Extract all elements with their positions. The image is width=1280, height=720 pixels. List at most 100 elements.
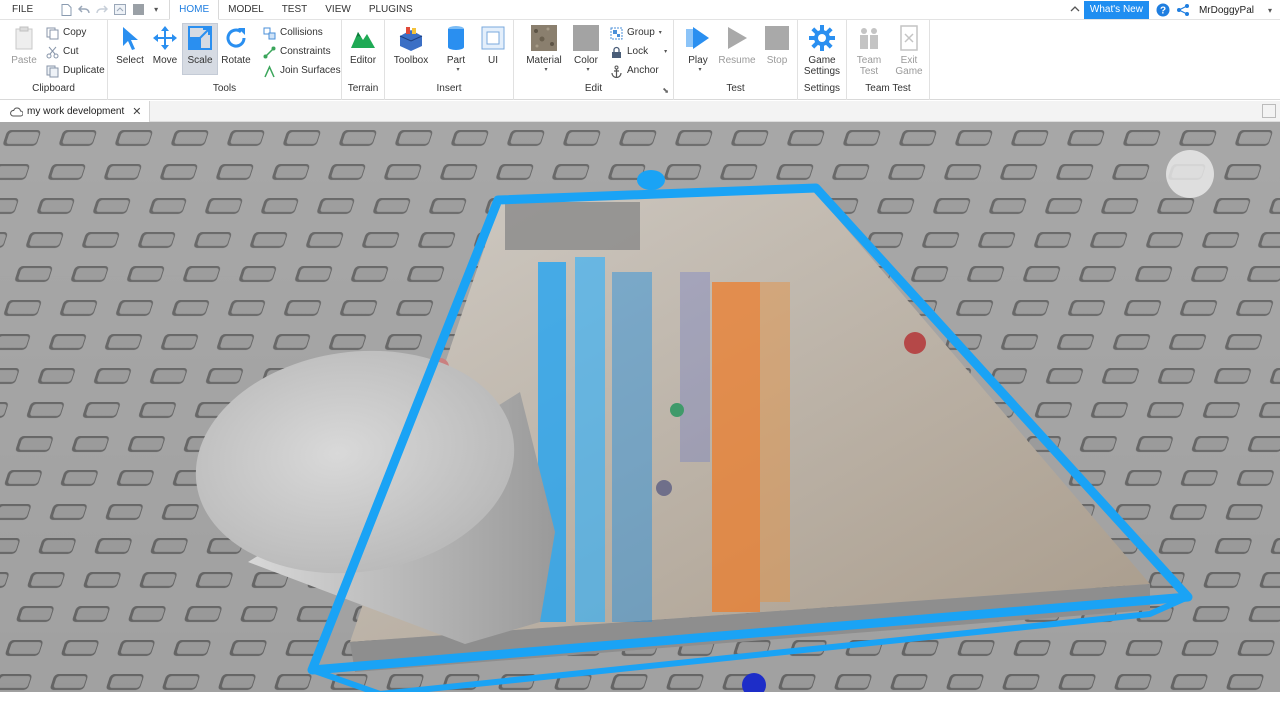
cut-label: Cut xyxy=(63,46,79,57)
account-dropdown-icon[interactable]: ▾ xyxy=(1262,2,1278,18)
stop-square-icon[interactable] xyxy=(131,3,145,17)
resume-button[interactable]: Resume xyxy=(717,24,757,66)
restore-window-icon[interactable] xyxy=(1262,104,1276,118)
constraints-icon xyxy=(263,46,276,58)
clipboard-group-label: Clipboard xyxy=(32,83,75,94)
edit-group-label: Edit xyxy=(584,83,603,94)
paste-icon xyxy=(15,26,33,50)
color-button[interactable]: Color ▾ xyxy=(567,24,605,73)
lock-button[interactable]: Lock ▾ xyxy=(610,44,667,60)
constraints-toggle[interactable]: Constraints xyxy=(263,44,331,60)
collisions-toggle[interactable]: Collisions xyxy=(263,25,323,41)
collisions-icon xyxy=(263,27,276,39)
exit-game-button[interactable]: Exit Game xyxy=(890,24,928,77)
cloud-icon xyxy=(10,107,23,116)
tab-home[interactable]: HOME xyxy=(169,0,220,20)
play-icon xyxy=(686,27,709,49)
undo-icon[interactable] xyxy=(77,3,91,17)
file-menu[interactable]: FILE xyxy=(0,0,45,20)
whats-new-button[interactable]: What's New xyxy=(1083,1,1149,19)
material-label: Material xyxy=(526,55,562,66)
part-label: Part xyxy=(446,55,466,66)
user-name[interactable]: MrDoggyPal xyxy=(1193,5,1260,16)
team-test-group: Team Test Exit Game Team Test xyxy=(847,20,930,100)
move-arrows-icon xyxy=(153,26,177,50)
redo-icon[interactable] xyxy=(95,3,109,17)
scale-button[interactable]: Scale xyxy=(182,23,218,75)
anchor-icon xyxy=(611,65,622,78)
settings-group-label: Settings xyxy=(803,83,841,94)
tab-test[interactable]: TEST xyxy=(273,0,317,20)
material-dropdown-icon[interactable]: ▾ xyxy=(528,66,564,73)
terrain-group-label: Terrain xyxy=(347,83,379,94)
game-settings-button[interactable]: Game Settings xyxy=(803,24,841,77)
customize-dropdown-icon[interactable]: ▾ xyxy=(149,3,163,17)
3d-viewport[interactable] xyxy=(0,122,1280,692)
settings-group: Game Settings Settings xyxy=(798,20,847,100)
rotate-label: Rotate xyxy=(221,55,251,66)
gear-icon xyxy=(809,25,835,51)
play-label: Play xyxy=(688,55,708,66)
color-dropdown-icon[interactable]: ▾ xyxy=(571,66,605,73)
cut-button[interactable]: Cut xyxy=(46,44,79,60)
material-swatch-icon xyxy=(531,25,557,51)
stop-label: Stop xyxy=(766,55,788,66)
stop-square-icon xyxy=(765,26,789,50)
blue-handle-part[interactable] xyxy=(637,170,665,190)
terrain-group: Editor Terrain xyxy=(342,20,385,100)
ui-frame-icon xyxy=(481,26,505,50)
material-button[interactable]: Material ▾ xyxy=(524,24,564,73)
constraints-label: Constraints xyxy=(280,46,331,57)
exit-game-label-2: Game xyxy=(895,66,923,77)
document-tab[interactable]: my work development ✕ xyxy=(0,101,151,122)
white-sphere-part[interactable] xyxy=(1166,150,1214,198)
test-group-label: Test xyxy=(726,83,745,94)
tab-view[interactable]: VIEW xyxy=(316,0,360,20)
scissors-icon xyxy=(46,46,59,58)
part-button[interactable]: Part ▾ xyxy=(437,24,475,73)
duplicate-button[interactable]: Duplicate xyxy=(46,63,105,79)
exit-door-icon xyxy=(900,25,918,51)
stop-button[interactable]: Stop xyxy=(758,24,796,66)
anchor-button[interactable]: Anchor xyxy=(610,63,659,79)
new-file-icon[interactable] xyxy=(59,3,73,17)
close-tab-icon[interactable]: ✕ xyxy=(132,105,141,118)
toolbox-button[interactable]: Toolbox xyxy=(391,24,431,66)
rotate-button[interactable]: Rotate xyxy=(217,24,255,66)
select-button[interactable]: Select xyxy=(111,24,149,66)
move-button[interactable]: Move xyxy=(146,24,184,66)
gray-sphere-part[interactable] xyxy=(656,480,672,496)
right-toolbar: What's New ? MrDoggyPal ▾ xyxy=(1070,0,1280,20)
tools-group-label: Tools xyxy=(212,83,237,94)
svg-text:?: ? xyxy=(1160,6,1166,17)
terrain-editor-label: Editor xyxy=(349,55,377,66)
green-sphere-part[interactable] xyxy=(670,403,684,417)
publish-icon[interactable] xyxy=(113,3,127,17)
paste-button[interactable]: Paste xyxy=(5,24,43,66)
copy-button[interactable]: Copy xyxy=(46,25,86,41)
group-dropdown-icon[interactable]: ▾ xyxy=(659,25,662,41)
part-cylinder-icon xyxy=(448,26,464,50)
collisions-label: Collisions xyxy=(280,27,323,38)
play-dropdown-icon[interactable]: ▾ xyxy=(683,66,717,73)
part-dropdown-icon[interactable]: ▾ xyxy=(441,66,475,73)
lock-label: Lock xyxy=(627,46,649,57)
ui-button[interactable]: UI xyxy=(474,24,512,66)
join-surfaces-toggle[interactable]: Join Surfaces xyxy=(263,63,341,79)
group-button[interactable]: Group ▾ xyxy=(610,25,662,41)
edit-group: Material ▾ Color ▾ Group ▾ Lock ▾ Anchor… xyxy=(514,20,674,100)
help-icon[interactable]: ? xyxy=(1155,2,1171,18)
collapse-ribbon-icon[interactable] xyxy=(1070,5,1080,16)
cursor-arrow-icon xyxy=(123,27,138,50)
tab-plugins[interactable]: PLUGINS xyxy=(360,0,422,20)
red-sphere-part[interactable] xyxy=(904,332,926,354)
play-button[interactable]: Play ▾ xyxy=(679,24,717,73)
team-test-button[interactable]: Team Test xyxy=(850,24,888,77)
join-surfaces-label: Join Surfaces xyxy=(280,65,341,76)
share-icon[interactable] xyxy=(1175,2,1191,18)
terrain-editor-button[interactable]: Editor xyxy=(344,24,382,66)
color-swatch-icon xyxy=(573,25,599,51)
test-group: Play ▾ Resume Stop Test xyxy=(674,20,798,100)
lock-dropdown-icon[interactable]: ▾ xyxy=(664,44,667,60)
tab-model[interactable]: MODEL xyxy=(219,0,273,20)
